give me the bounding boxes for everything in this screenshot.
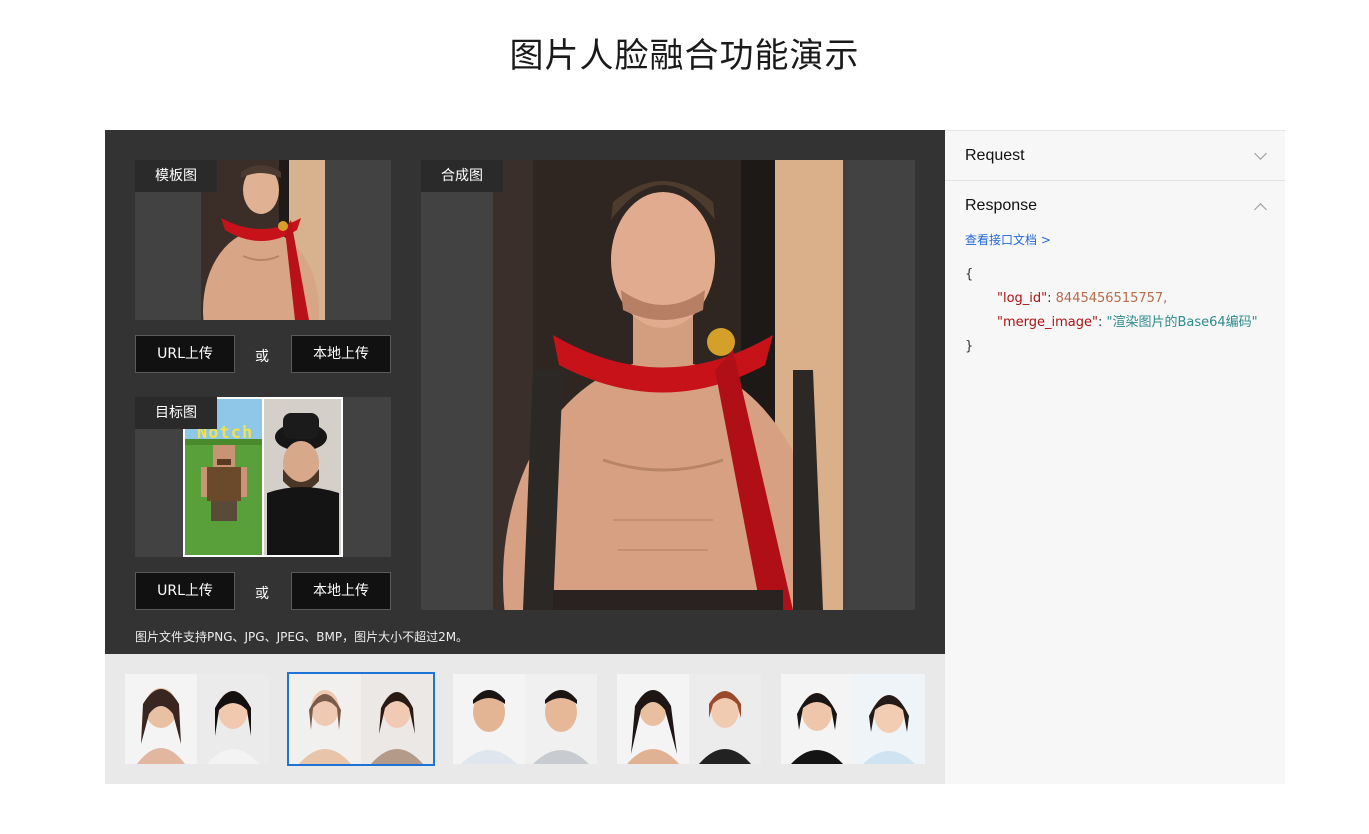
merge-image-value: "渲染图片的Base64编码" [1106, 315, 1258, 330]
response-json: { "log_id": 8445456515757, "merge_image"… [965, 263, 1285, 359]
sample-strip [105, 654, 945, 784]
sample-2-template-thumb [289, 674, 361, 764]
request-accordion[interactable]: Request [945, 131, 1285, 181]
result-label: 合成图 [421, 160, 503, 192]
json-open-brace: { [965, 267, 974, 282]
template-image-box[interactable]: 模板图 [135, 160, 391, 320]
or-text-1: 或 [255, 349, 269, 365]
merge-image-key: "merge_image" [997, 315, 1098, 330]
demo-panel: 模板图 URL上传 或 本地上传 目标图 Notch URL上传 或 本地上传 … [105, 130, 945, 654]
json-merge-image-row: "merge_image": "渲染图片的Base64编码" [965, 311, 1285, 335]
sample-3-target-thumb [525, 674, 597, 764]
result-image-box: 合成图 [421, 160, 915, 610]
sample-1-template-thumb [125, 674, 197, 764]
result-photo [493, 160, 843, 610]
target-local-upload-button[interactable]: 本地上传 [291, 572, 391, 610]
template-url-upload-button[interactable]: URL上传 [135, 335, 235, 373]
response-accordion[interactable]: Response [945, 181, 1285, 231]
sample-pair-2[interactable] [287, 672, 435, 766]
sample-4-template-thumb [617, 674, 689, 764]
api-doc-link[interactable]: 查看接口文档 > [965, 231, 1051, 248]
json-log-id-row: "log_id": 8445456515757, [965, 287, 1285, 311]
request-label: Request [965, 147, 1025, 164]
response-label: Response [965, 197, 1038, 214]
sample-5-target-thumb [853, 674, 925, 764]
chevron-down-icon [1254, 147, 1267, 160]
target-image-box[interactable]: 目标图 Notch [135, 397, 391, 557]
log-id-value: 8445456515757, [1055, 291, 1168, 306]
json-close-brace: } [965, 339, 974, 354]
sample-1-target-thumb [197, 674, 269, 764]
sample-2-target-thumb [361, 674, 433, 764]
log-id-key: "log_id" [997, 291, 1048, 306]
page-title: 图片人脸融合功能演示 [509, 36, 860, 76]
sample-pair-1[interactable] [125, 674, 269, 764]
target-label: 目标图 [135, 397, 217, 429]
sample-pair-5[interactable] [781, 674, 925, 764]
target-url-upload-button[interactable]: URL上传 [135, 572, 235, 610]
sample-5-template-thumb [781, 674, 853, 764]
template-local-upload-button[interactable]: 本地上传 [291, 335, 391, 373]
sample-3-template-thumb [453, 674, 525, 764]
chevron-up-icon [1254, 203, 1267, 216]
sample-pair-4[interactable] [617, 674, 761, 764]
or-text-2: 或 [255, 586, 269, 602]
file-format-hint: 图片文件支持PNG、JPG、JPEG、BMP，图片大小不超过2M。 [135, 630, 469, 644]
api-side-panel: Request Response 查看接口文档 > { "log_id": 84… [945, 130, 1285, 784]
sample-4-target-thumb [689, 674, 761, 764]
json-colon: : [1097, 315, 1107, 330]
sample-pair-3[interactable] [453, 674, 597, 764]
template-label: 模板图 [135, 160, 217, 192]
template-photo [201, 160, 325, 320]
json-colon: : [1047, 291, 1056, 306]
